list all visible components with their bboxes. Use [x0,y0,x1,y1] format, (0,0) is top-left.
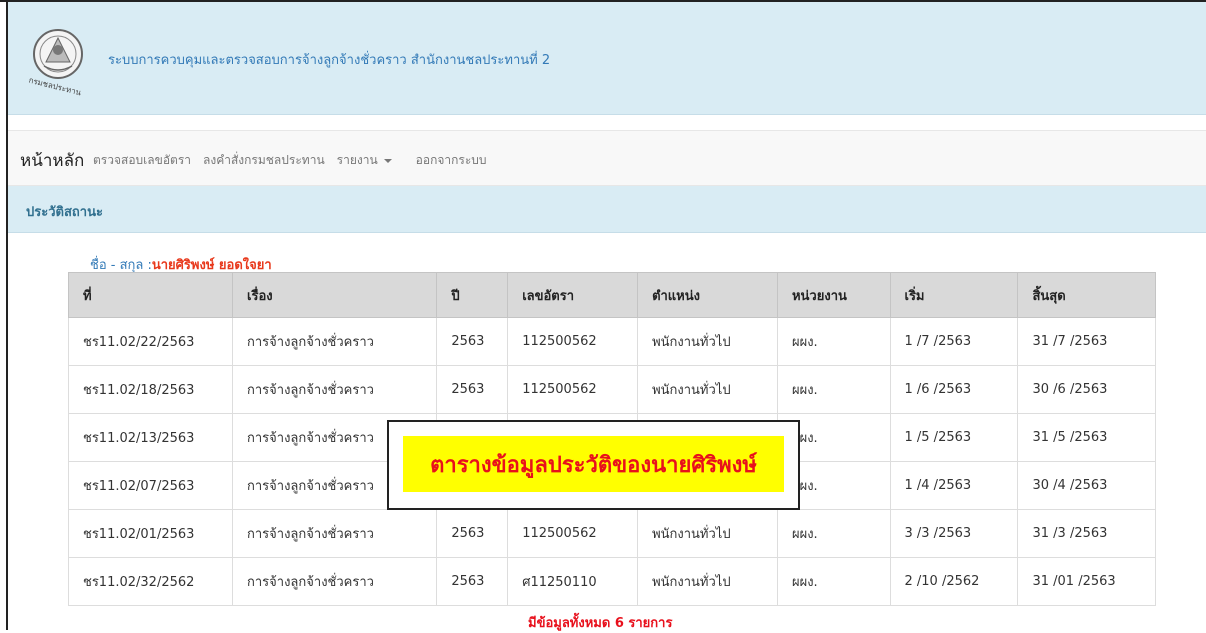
cell-number: ชร11.02/22/2563 [67,317,234,366]
cell-start: 1 /6 /2563 [889,365,1019,414]
cell-rate-number: 112500562 [507,365,639,414]
table-row: ชร11.02/32/2562 การจ้างลูกจ้างชั่วคราว 2… [67,557,1156,606]
cell-year: 2563 [436,557,509,606]
nav-link-reports-dropdown[interactable]: รายงาน [337,151,404,170]
table-row: ชร11.02/22/2563 การจ้างลูกจ้างชั่วคราว 2… [67,317,1156,366]
frame-border-left [6,0,8,630]
nav-link-logout[interactable]: ออกจากระบบ [416,151,487,170]
rid-seal-logo: กรมชลประทาน [24,22,102,98]
annotation-callout-box: ตารางข้อมูลประวัติของนายศิริพงษ์ [387,420,800,510]
panel-heading: ประวัติสถานะ [8,186,1206,233]
cell-unit: ผผง. [776,509,891,558]
person-name: นายศิริพงษ์ ยอดใจยา [151,258,272,273]
panel-title: ประวัติสถานะ [26,205,103,220]
cell-start: 3 /3 /2563 [889,509,1019,558]
cell-number: ชร11.02/18/2563 [67,365,234,414]
col-header-position: ตำแหน่ง [637,272,778,318]
cell-end: 30 /6 /2563 [1017,365,1156,414]
cell-number: ชร11.02/13/2563 [67,413,234,462]
cell-start: 2 /10 /2562 [889,557,1019,606]
cell-subject: การจ้างลูกจ้างชั่วคราว [232,509,438,558]
main-navbar: หน้าหลัก ตรวจสอบเลขอัตรา ลงคำสั่งกรมชลปร… [8,130,1206,186]
cell-unit: ผผง. [776,317,891,366]
table-header-row: ที่ เรื่อง ปี เลขอัตรา ตำแหน่ง หน่วยงาน … [67,272,1156,318]
cell-year: 2563 [436,317,509,366]
cell-year: 2563 [436,509,509,558]
cell-position: พนักงานทั่วไป [637,317,778,366]
table-row: ชร11.02/18/2563 การจ้างลูกจ้างชั่วคราว 2… [67,365,1156,414]
nav-link-check-rate[interactable]: ตรวจสอบเลขอัตรา [93,151,191,170]
cell-rate-number: 112500562 [507,509,639,558]
col-header-start: เริ่ม [889,272,1019,318]
cell-start: 1 /7 /2563 [889,317,1019,366]
site-title: ระบบการควบคุมและตรวจสอบการจ้างลูกจ้างชั่… [108,53,551,68]
col-header-subject: เรื่อง [232,272,438,318]
cell-rate-number: 112500562 [507,317,639,366]
cell-number: ชร11.02/32/2562 [67,557,234,606]
table-row: ชร11.02/01/2563 การจ้างลูกจ้างชั่วคราว 2… [67,509,1156,558]
cell-subject: การจ้างลูกจ้างชั่วคราว [232,365,438,414]
cell-year: 2563 [436,365,509,414]
cell-start: 1 /5 /2563 [889,413,1019,462]
nav-brand-home[interactable]: หน้าหลัก [20,147,84,174]
cell-subject: การจ้างลูกจ้างชั่วคราว [232,317,438,366]
col-header-number: ที่ [67,272,234,318]
cell-end: 30 /4 /2563 [1017,461,1156,510]
col-header-year: ปี [436,272,509,318]
caret-down-icon [383,158,392,163]
cell-unit: ผผง. [776,365,891,414]
cell-number: ชร11.02/07/2563 [67,461,234,510]
cell-number: ชร11.02/01/2563 [67,509,234,558]
annotation-callout-text: ตารางข้อมูลประวัติของนายศิริพงษ์ [403,436,784,492]
cell-rate-number: ศ11250110 [507,557,639,606]
col-header-unit: หน่วยงาน [776,272,891,318]
cell-position: พนักงานทั่วไป [637,509,778,558]
cell-position: พนักงานทั่วไป [637,365,778,414]
cell-start: 1 /4 /2563 [889,461,1019,510]
site-header: กรมชลประทาน ระบบการควบคุมและตรวจสอบการจ้… [8,2,1206,115]
cell-end: 31 /5 /2563 [1017,413,1156,462]
nav-link-reports-label: รายงาน [336,153,378,167]
nav-link-record-order[interactable]: ลงคำสั่งกรมชลประทาน [203,151,325,170]
cell-subject: การจ้างลูกจ้างชั่วคราว [232,557,438,606]
cell-unit: ผผง. [776,557,891,606]
col-header-end: สิ้นสุด [1017,272,1156,318]
cell-end: 31 /7 /2563 [1017,317,1156,366]
cell-end: 31 /3 /2563 [1017,509,1156,558]
col-header-rate-number: เลขอัตรา [507,272,639,318]
screenshot-frame: กรมชลประทาน ระบบการควบคุมและตรวจสอบการจ้… [0,0,1206,631]
person-label: ชื่อ - สกุล : [90,258,152,273]
nav-links: ตรวจสอบเลขอัตรา ลงคำสั่งกรมชลประทาน รายง… [93,151,499,170]
cell-end: 31 /01 /2563 [1017,557,1156,606]
cell-position: พนักงานทั่วไป [637,557,778,606]
